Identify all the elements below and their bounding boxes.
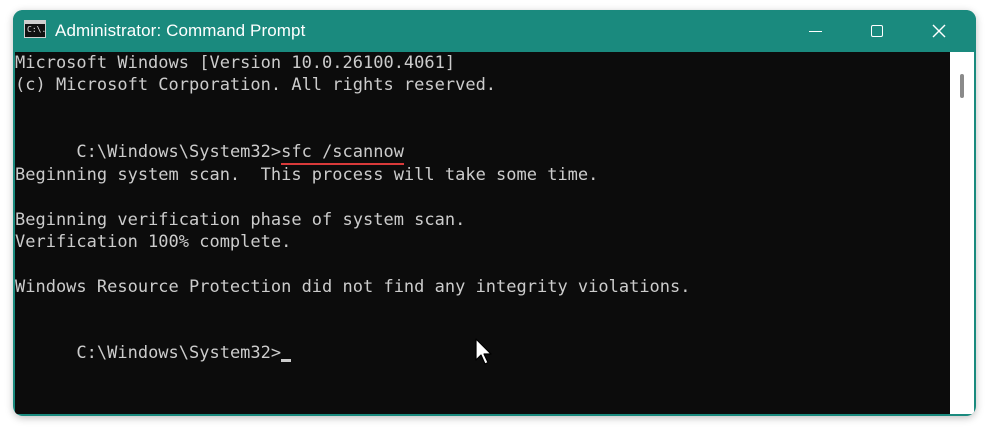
console-prompt: C:\Windows\System32> xyxy=(76,142,282,162)
console-line-verification-start: Beginning verification phase of system s… xyxy=(15,210,466,230)
console-line-scan-start: Beginning system scan. This process will… xyxy=(15,165,599,185)
title-bar[interactable]: C:\. Administrator: Command Prompt xyxy=(13,10,976,52)
command-prompt-window: C:\. Administrator: Command Prompt Micro… xyxy=(13,10,976,416)
console-line-verification-complete: Verification 100% complete. xyxy=(15,232,292,252)
app-icon-text: C:\. xyxy=(27,25,47,34)
close-button[interactable] xyxy=(910,10,968,52)
console-line-command: C:\Windows\System32>sfc /scannow xyxy=(15,119,404,165)
scrollbar-thumb[interactable] xyxy=(960,74,964,98)
close-icon xyxy=(932,24,946,38)
mouse-pointer-icon xyxy=(475,338,492,365)
console-line-version: Microsoft Windows [Version 10.0.26100.40… xyxy=(15,53,456,73)
console-output[interactable]: Microsoft Windows [Version 10.0.26100.40… xyxy=(15,52,950,414)
console-line-result: Windows Resource Protection did not find… xyxy=(15,277,691,297)
window-title: Administrator: Command Prompt xyxy=(55,21,306,40)
command-text: sfc /scannow xyxy=(281,142,404,162)
text-cursor xyxy=(281,359,292,362)
maximize-icon xyxy=(871,25,883,37)
highlighted-command: sfc /scannow xyxy=(281,142,404,165)
minimize-button[interactable] xyxy=(786,10,844,52)
console-line-copyright: (c) Microsoft Corporation. All rights re… xyxy=(15,75,497,95)
console-prompt: C:\Windows\System32> xyxy=(76,343,282,363)
command-prompt-icon[interactable]: C:\. xyxy=(24,20,46,38)
vertical-scrollbar[interactable] xyxy=(950,52,974,414)
minimize-icon xyxy=(808,30,822,32)
maximize-button[interactable] xyxy=(848,10,906,52)
console-line-prompt[interactable]: C:\Windows\System32> xyxy=(15,320,292,363)
